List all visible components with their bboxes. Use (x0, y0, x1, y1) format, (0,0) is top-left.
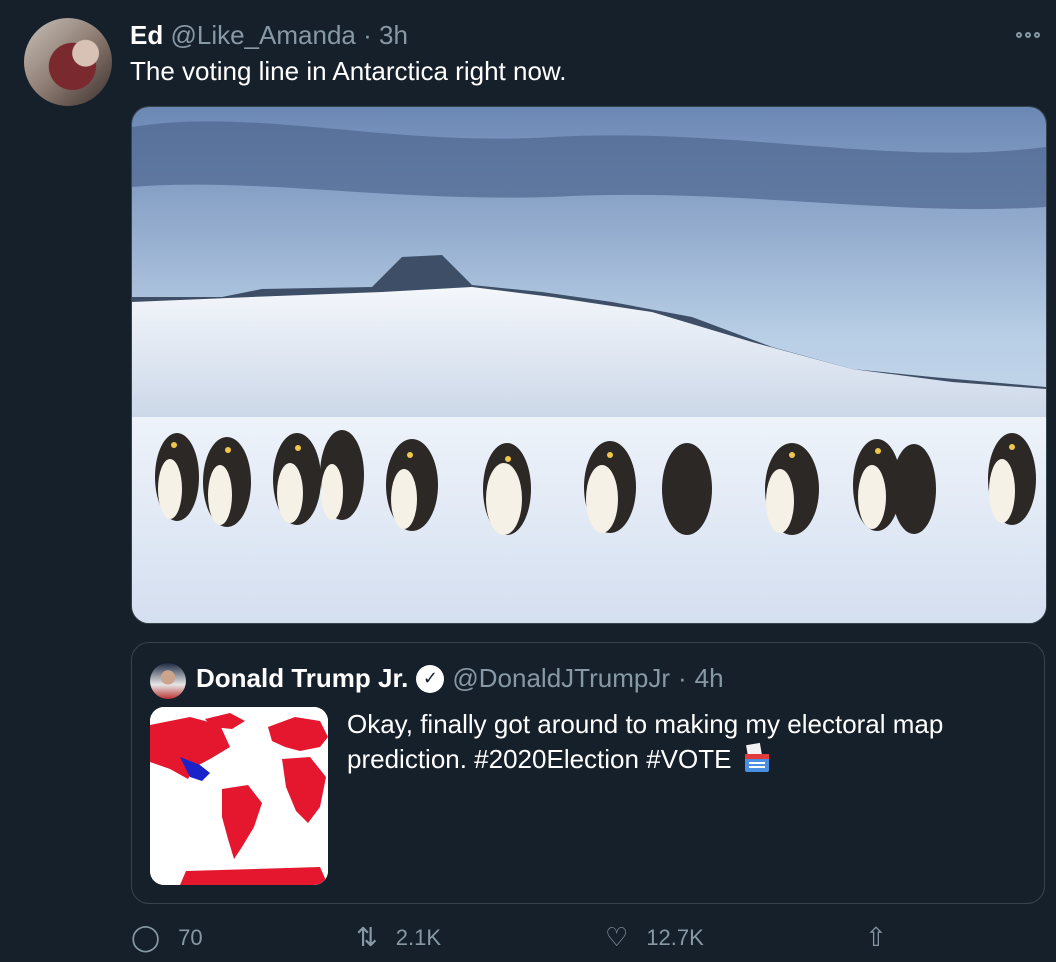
tweet-photo[interactable] (131, 106, 1047, 624)
retweet-icon: ⇅ (356, 922, 378, 952)
quoted-tweet-text: Okay, finally got around to making my el… (347, 707, 1027, 777)
separator: · (677, 663, 687, 693)
quoted-author-avatar (150, 663, 186, 699)
quoted-tweet-text-content: Okay, finally got around to making my el… (347, 709, 944, 774)
reply-count: 70 (178, 924, 203, 950)
ballot-box-icon (744, 742, 769, 772)
author-name[interactable]: Ed (130, 20, 163, 50)
quoted-author-handle: @DonaldJTrumpJr (452, 663, 670, 693)
more-icon[interactable] (1012, 20, 1044, 50)
quoted-tweet-header: Donald Trump Jr. ✓ @DonaldJTrumpJr · 4h (196, 663, 724, 694)
quoted-tweet[interactable]: Donald Trump Jr. ✓ @DonaldJTrumpJr · 4h … (131, 642, 1045, 904)
retweet-button[interactable]: ⇅ 2.1K (356, 922, 441, 953)
author-avatar[interactable] (24, 18, 112, 106)
share-button[interactable]: ⇧ (865, 922, 887, 953)
antarctica-penguins-image (132, 107, 1046, 623)
reply-icon: ◯ (131, 922, 161, 952)
tweet-text: The voting line in Antarctica right now. (130, 56, 567, 86)
like-count: 12.7K (646, 924, 704, 950)
verified-icon: ✓ (416, 664, 445, 693)
tweet-actions: ◯ 70 ⇅ 2.1K ♡ 12.7K ⇧ (131, 922, 1045, 962)
share-icon: ⇧ (865, 922, 887, 952)
quoted-tweet-time: 4h (694, 663, 724, 693)
retweet-count: 2.1K (395, 924, 442, 950)
reply-button[interactable]: ◯ 70 (131, 922, 203, 953)
tweet-header: Ed @Like_Amanda · 3h (130, 20, 408, 51)
tweet-time[interactable]: 3h (379, 20, 408, 50)
like-button[interactable]: ♡ 12.7K (605, 922, 704, 953)
quoted-author-name: Donald Trump Jr. (196, 663, 409, 693)
like-icon: ♡ (605, 922, 629, 952)
electoral-map-image (150, 707, 328, 885)
separator: · (363, 20, 372, 50)
author-handle[interactable]: @Like_Amanda (170, 20, 355, 50)
